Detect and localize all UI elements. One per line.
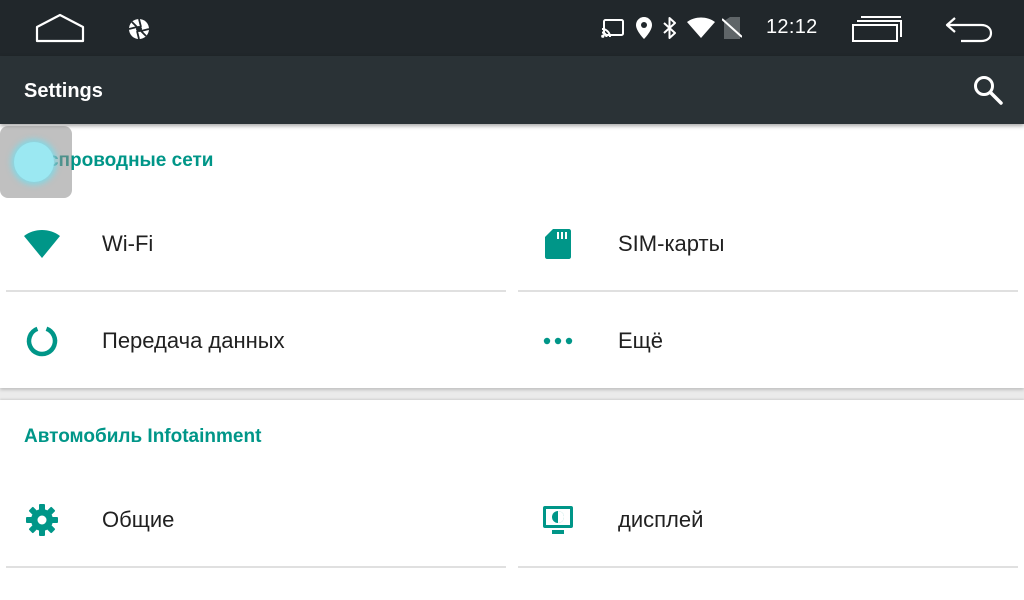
app-bar: Settings: [0, 56, 1024, 124]
location-icon: [634, 16, 654, 40]
more-icon: [534, 317, 582, 365]
bluetooth-icon: [660, 16, 680, 40]
wifi-icon: [18, 220, 66, 268]
wireless-section-card: Беспроводные сети Wi-Fi SIM-карты Переда…: [0, 124, 1024, 388]
recent-apps-icon[interactable]: [848, 14, 904, 44]
tile-label: Wi-Fi: [102, 231, 154, 256]
search-icon: [973, 75, 1003, 110]
sim-card-icon: [534, 220, 582, 268]
gear-icon: [18, 496, 66, 544]
cast-icon: [600, 18, 626, 40]
divider: [6, 566, 506, 568]
no-sim-icon: [720, 16, 744, 40]
section-gap: [0, 388, 1024, 400]
tile-label: Ещё: [618, 328, 664, 353]
section-title-infotainment: Автомобиль Infotainment: [24, 426, 262, 447]
page-title: Settings: [24, 80, 103, 102]
divider: [518, 290, 1018, 292]
tile-label: дисплей: [618, 507, 704, 532]
tile-wifi[interactable]: Wi-Fi: [0, 200, 508, 288]
back-icon[interactable]: [940, 14, 996, 44]
tile-sim-cards[interactable]: SIM-карты: [516, 200, 1024, 288]
status-bar: 12:12: [0, 0, 1024, 56]
search-button[interactable]: [966, 72, 1010, 112]
divider: [6, 290, 506, 292]
tile-label: SIM-карты: [618, 231, 725, 256]
tile-label: Общие: [102, 507, 175, 532]
tile-general[interactable]: Общие: [0, 476, 508, 564]
infotainment-section-card: Автомобиль Infotainment Общие дисплей: [0, 400, 1024, 600]
display-icon: [534, 496, 582, 544]
home-icon[interactable]: [30, 12, 90, 44]
tile-display[interactable]: дисплей: [516, 476, 1024, 564]
data-usage-icon: [18, 317, 66, 365]
wifi-signal-icon: [686, 16, 716, 40]
divider: [518, 566, 1018, 568]
touch-indicator: [0, 126, 72, 198]
clock: 12:12: [766, 16, 818, 38]
aperture-icon: [126, 16, 152, 42]
tile-label: Передача данных: [102, 328, 285, 353]
tile-data-usage[interactable]: Передача данных: [0, 298, 508, 384]
tile-more[interactable]: Ещё: [516, 298, 1024, 384]
